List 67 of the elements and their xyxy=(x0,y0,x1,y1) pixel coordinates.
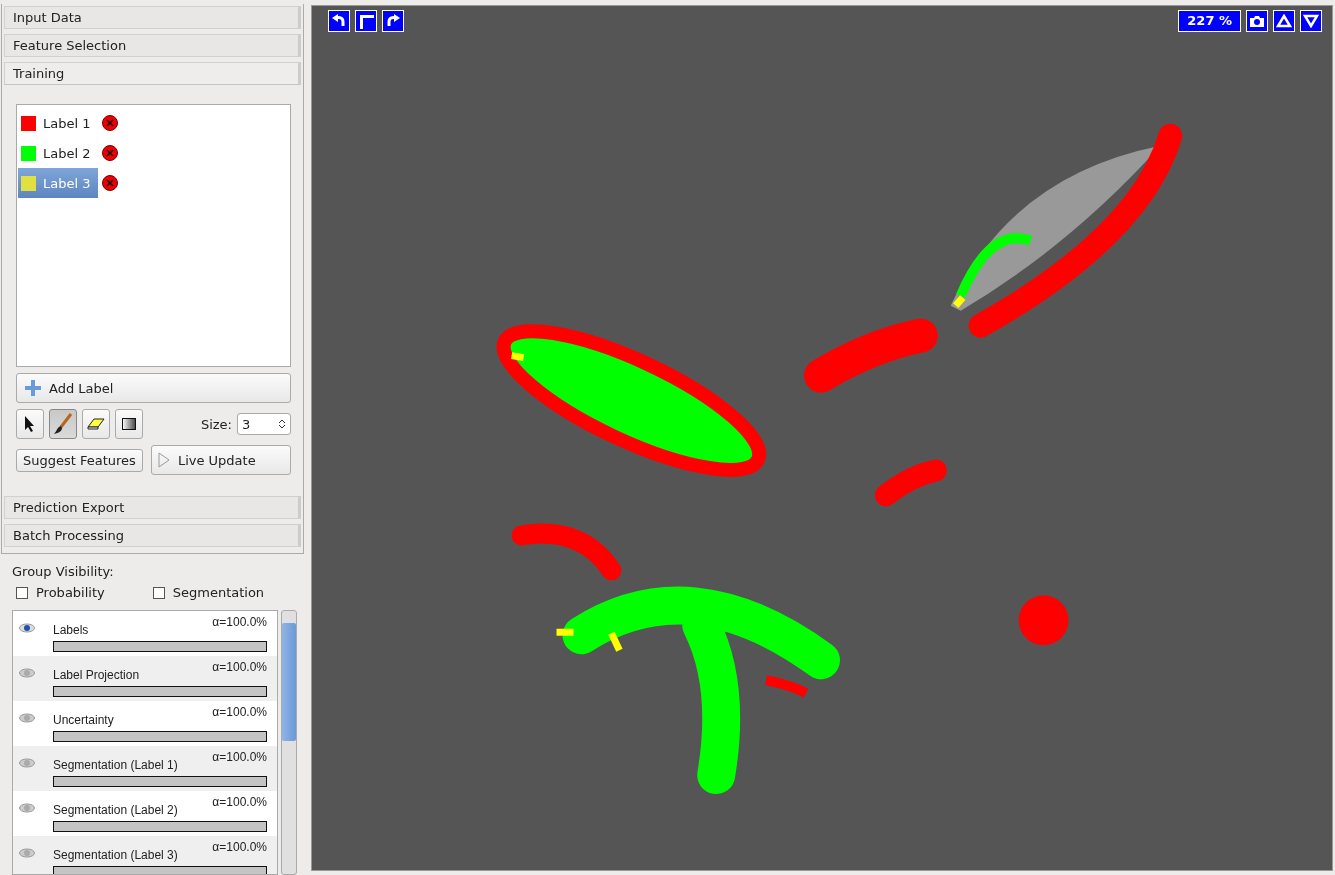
layer-name: Label Projection xyxy=(53,667,140,682)
undo-button[interactable] xyxy=(328,10,350,32)
opacity-value: α=100.0% xyxy=(212,705,267,721)
opacity-slider[interactable] xyxy=(54,867,266,874)
paintbrush-icon xyxy=(53,413,73,435)
group-visibility-label: Group Visibility: xyxy=(12,564,115,579)
opacity-value: α=100.0% xyxy=(212,615,267,631)
suggest-features-button[interactable]: Suggest Features xyxy=(16,448,143,472)
up-button[interactable] xyxy=(1273,10,1295,32)
tool-button[interactable] xyxy=(16,409,44,439)
tool-button[interactable] xyxy=(49,409,77,439)
checkbox[interactable] xyxy=(152,586,165,599)
opacity-slider[interactable] xyxy=(54,822,266,831)
applet-header[interactable]: Prediction Export xyxy=(4,496,301,519)
tool-button[interactable] xyxy=(115,409,143,439)
applet-header[interactable]: Training xyxy=(4,62,301,85)
spin-arrows-icon xyxy=(278,418,286,430)
undo-icon xyxy=(331,13,347,29)
opacity-slider[interactable] xyxy=(54,777,266,786)
gradient-square-icon xyxy=(122,418,136,430)
label-color-swatch[interactable] xyxy=(21,145,36,161)
checkbox[interactable] xyxy=(16,586,28,599)
size-label: Size: xyxy=(200,416,232,432)
opacity-value: α=100.0% xyxy=(212,660,267,676)
delete-icon[interactable] xyxy=(102,145,119,161)
label-color-swatch[interactable] xyxy=(21,175,36,191)
opacity-value: α=100.0% xyxy=(212,840,267,856)
delete-icon[interactable] xyxy=(102,115,119,131)
label-color-swatch[interactable] xyxy=(21,115,36,131)
zoom-level: 227 % xyxy=(1178,10,1241,32)
redo-icon xyxy=(385,13,401,29)
plus-icon xyxy=(25,380,41,396)
layer-name: Uncertainty xyxy=(53,712,114,727)
down-button[interactable] xyxy=(1300,10,1322,32)
delete-icon[interactable] xyxy=(102,175,119,191)
triangle-down-icon xyxy=(1303,14,1319,28)
label-item[interactable]: Label 1 xyxy=(18,108,99,138)
pointer-icon xyxy=(24,415,36,433)
applet-header[interactable]: Batch Processing xyxy=(4,524,301,547)
label-item[interactable]: Label 2 xyxy=(18,138,99,168)
checkbox-label: Probability xyxy=(36,585,105,600)
layer-name: Segmentation (Label 3) xyxy=(53,847,178,862)
triangle-up-icon xyxy=(1276,14,1292,28)
checkbox-label: Segmentation xyxy=(172,585,265,600)
opacity-slider[interactable] xyxy=(54,642,266,651)
applet-header[interactable]: Feature Selection xyxy=(4,34,301,57)
opacity-slider[interactable] xyxy=(54,687,266,696)
opacity-value: α=100.0% xyxy=(212,795,267,811)
opacity-slider[interactable] xyxy=(54,732,266,741)
play-icon xyxy=(157,452,170,468)
add-label-button[interactable]: Add Label xyxy=(16,373,291,403)
size-spinbox[interactable]: 3 xyxy=(237,413,291,435)
eraser-icon xyxy=(87,418,105,430)
camera-icon xyxy=(1249,14,1265,28)
screenshot-button[interactable] xyxy=(1246,10,1268,32)
layer-name: Labels xyxy=(53,622,89,637)
corner-icon xyxy=(358,13,374,29)
redo-button[interactable] xyxy=(382,10,404,32)
opacity-value: α=100.0% xyxy=(212,750,267,766)
layer-name: Segmentation (Label 2) xyxy=(53,802,178,817)
corner-button[interactable] xyxy=(355,10,377,32)
eye-icon[interactable] xyxy=(19,623,35,633)
scrollbar[interactable] xyxy=(281,610,297,875)
tool-button[interactable] xyxy=(82,409,110,439)
layer-name: Segmentation (Label 1) xyxy=(53,757,178,772)
applet-header[interactable]: Input Data xyxy=(4,6,301,29)
live-update-button[interactable]: Live Update xyxy=(150,445,291,475)
